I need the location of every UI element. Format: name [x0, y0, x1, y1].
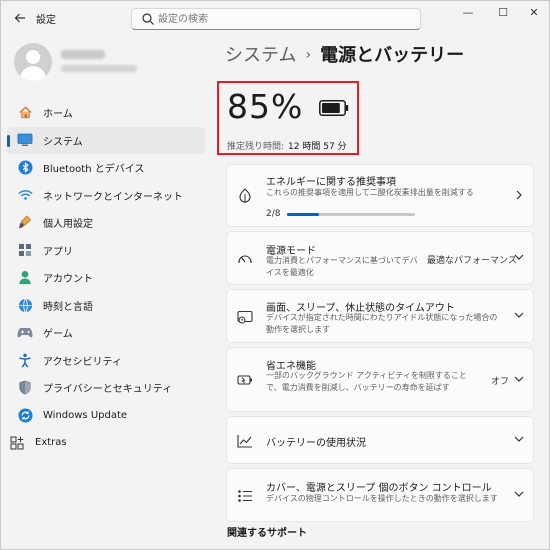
energy-saver-status: オフ	[491, 377, 510, 387]
home-icon	[17, 105, 33, 121]
sidebar-item-label: Windows Update	[43, 409, 128, 421]
power-mode-gauge-icon	[237, 250, 253, 266]
recommendations-progress-bar	[287, 213, 415, 216]
card-description: これらの推奨事項を適用して二酸化炭素排出量を削減する	[266, 188, 474, 197]
back-arrow-icon	[14, 13, 25, 23]
chevron-down-icon[interactable]	[514, 311, 524, 321]
sidebar-item-time-language[interactable]: 時刻と言語	[7, 292, 205, 320]
battery-saver-icon	[237, 372, 253, 388]
remaining-time-value: 12 時間 57 分	[288, 142, 347, 152]
sidebar-item-label: Extras	[35, 437, 67, 449]
search-input[interactable]	[158, 10, 413, 28]
breadcrumb-parent[interactable]: システム	[225, 45, 296, 66]
battery-status-highlight: 85% 推定残り時間: 12 時間 57 分	[217, 81, 359, 155]
minimize-button[interactable]: —	[451, 1, 485, 27]
sidebar-item-label: アプリ	[43, 246, 73, 258]
card-title: エネルギーに関する推奨事項	[266, 177, 396, 188]
sidebar-item-windows-update[interactable]: Windows Update	[7, 402, 205, 430]
sidebar-item-apps[interactable]: アプリ	[7, 237, 205, 265]
card-title: カバー、電源とスリープ 個のボタン コントロール	[266, 483, 492, 494]
button-controls-icon	[237, 488, 253, 504]
page-title: 電源とバッテリー	[320, 45, 465, 66]
profile-name-blurred	[61, 50, 105, 59]
sidebar-item-label: プライバシーとセキュリティ	[43, 384, 173, 396]
privacy-shield-icon	[17, 380, 33, 396]
time-language-icon	[17, 297, 33, 313]
sidebar-item-network[interactable]: ネットワークとインターネット	[7, 182, 205, 210]
personalization-icon	[17, 215, 33, 231]
system-icon	[17, 132, 33, 148]
sidebar-item-accessibility[interactable]: アクセシビリティ	[7, 347, 205, 375]
remaining-time: 推定残り時間: 12 時間 57 分	[227, 139, 347, 152]
chevron-right-icon	[514, 190, 524, 200]
windows-update-icon	[17, 407, 33, 423]
extras-icon	[9, 435, 25, 451]
settings-window: 設定 — ☐ ✕ ホーム システム	[0, 0, 550, 550]
avatar-head	[26, 50, 40, 64]
battery-icon	[319, 100, 349, 116]
battery-usage-card[interactable]: バッテリーの使用状況	[226, 416, 534, 464]
sidebar-item-label: 個人用設定	[43, 219, 93, 231]
network-icon	[17, 187, 33, 203]
card-description: 一部のバックグラウンド アクティビティを制限することで、電力消費を削減し、バッテ…	[266, 371, 467, 392]
breadcrumb-separator-icon: ›	[305, 47, 312, 63]
card-description: デバイスの物理コントロールを操作したときの動作を選択します	[266, 494, 498, 503]
energy-saver-card[interactable]: 省エネ機能 一部のバックグラウンド アクティビティを制限することで、電力消費を削…	[226, 347, 534, 412]
close-button[interactable]: ✕	[517, 1, 550, 27]
apps-icon	[17, 242, 33, 258]
account-icon	[17, 270, 33, 286]
bluetooth-icon	[17, 160, 33, 176]
card-description: デバイスが指定された時間にわたりアイドル状態になった場合の動作を選択します	[266, 313, 498, 334]
sidebar-item-system[interactable]: システム	[7, 126, 205, 154]
sidebar-item-label: アカウント	[43, 274, 93, 286]
lid-power-buttons-card[interactable]: カバー、電源とスリープ 個のボタン コントロール デバイスの物理コントロールを操…	[226, 468, 534, 522]
sidebar-item-privacy[interactable]: プライバシーとセキュリティ	[7, 374, 205, 402]
gaming-icon	[17, 325, 33, 341]
card-description: 電力消費とパフォーマンスに基づいてデバイスを最適化	[266, 256, 418, 277]
sidebar-item-accounts[interactable]: アカウント	[7, 264, 205, 292]
recommendations-progress-fill	[287, 213, 319, 216]
sidebar-item-label: ホーム	[43, 109, 73, 121]
sidebar-item-label: アクセシビリティ	[43, 356, 122, 368]
screen-sleep-timeout-card[interactable]: 画面、スリープ、休止状態のタイムアウト デバイスが指定された時間にわたりアイドル…	[226, 289, 534, 343]
title-bar: 設定 — ☐ ✕	[1, 1, 549, 35]
leaf-icon	[237, 188, 253, 204]
power-mode-card[interactable]: 電源モード 電力消費とパフォーマンスに基づいてデバイスを最適化 最適なパフォーマ…	[226, 231, 534, 285]
sidebar-nav: ホーム システム Bluetooth とデバイス ネットワークとインターネット …	[1, 99, 211, 457]
card-title: バッテリーの使用状況	[266, 438, 366, 449]
settings-cards: エネルギーに関する推奨事項 これらの推奨事項を適用して二酸化炭素排出量を削減する…	[226, 164, 534, 526]
sidebar-item-extras[interactable]: Extras	[7, 429, 205, 457]
recommendations-progress-text: 2/8	[266, 209, 281, 219]
screen-sleep-icon	[237, 309, 253, 325]
energy-recommendations-card[interactable]: エネルギーに関する推奨事項 これらの推奨事項を適用して二酸化炭素排出量を削減する…	[226, 164, 534, 227]
breadcrumb: システム › 電源とバッテリー	[225, 41, 464, 67]
chevron-down-icon[interactable]	[514, 253, 524, 263]
profile-email-blurred	[61, 65, 137, 72]
remaining-time-label: 推定残り時間:	[227, 142, 285, 152]
sidebar-item-gaming[interactable]: ゲーム	[7, 319, 205, 347]
related-support-heading: 関連するサポート	[227, 528, 307, 539]
sidebar-item-bluetooth[interactable]: Bluetooth とデバイス	[7, 154, 205, 182]
accessibility-icon	[17, 352, 33, 368]
sidebar-item-label: 時刻と言語	[43, 301, 93, 313]
chevron-down-icon[interactable]	[514, 490, 524, 500]
sidebar-item-label: システム	[43, 136, 83, 148]
app-title: 設定	[36, 15, 56, 26]
chevron-down-icon[interactable]	[514, 375, 524, 385]
power-mode-select[interactable]: 最適なパフォーマンス	[427, 253, 517, 266]
chevron-down-icon[interactable]	[514, 435, 524, 445]
battery-percentage: 85%	[227, 87, 304, 126]
sidebar-item-label: Bluetooth とデバイス	[43, 164, 145, 176]
sidebar-item-label: ネットワークとインターネット	[43, 191, 183, 203]
sidebar-item-personalization[interactable]: 個人用設定	[7, 209, 205, 237]
sidebar-item-label: ゲーム	[43, 329, 73, 341]
search-icon	[142, 13, 154, 25]
maximize-button[interactable]: ☐	[486, 1, 520, 27]
sidebar-item-home[interactable]: ホーム	[7, 99, 205, 127]
avatar-body	[20, 66, 46, 81]
avatar[interactable]	[14, 43, 52, 81]
back-button[interactable]	[11, 9, 29, 27]
search-box[interactable]	[131, 8, 421, 30]
usage-chart-icon	[237, 433, 253, 449]
